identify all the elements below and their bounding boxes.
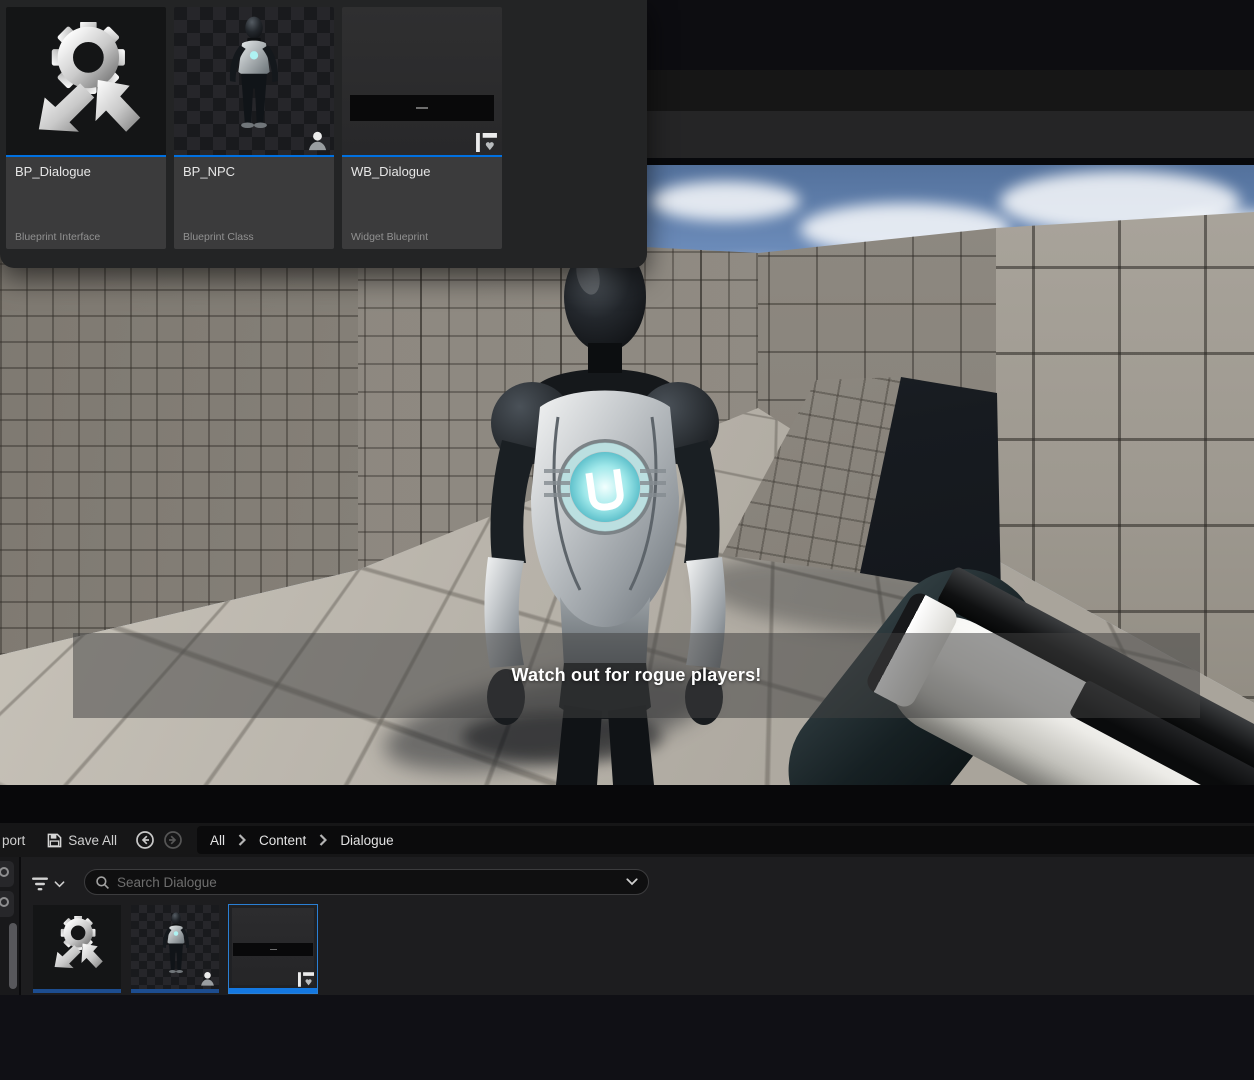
panel-divider [0, 785, 1254, 823]
empty-dock-area [0, 995, 1254, 1080]
blueprint-interface-icon [49, 916, 105, 972]
blueprint-interface-icon [27, 22, 145, 140]
partial-icon [0, 867, 9, 877]
side-strip-button[interactable] [0, 861, 14, 887]
content-browser-side-strip [0, 857, 21, 995]
tile-accent-line [131, 989, 219, 993]
asset-card-bp-dialogue[interactable]: BP_Dialogue Blueprint Interface [6, 7, 166, 249]
chevron-down-icon [54, 881, 65, 888]
npc-figure-icon [217, 13, 291, 151]
asset-type: Blueprint Interface [15, 231, 157, 243]
vertical-scrollbar-thumb[interactable] [9, 923, 17, 989]
save-all-button[interactable]: Save All [47, 833, 117, 848]
bp-npc-thumbnail [174, 7, 334, 155]
asset-card-wb-dialogue[interactable]: WB_Dialogue Widget Blueprint [342, 7, 502, 249]
hud-message-bar: Watch out for rogue players! [73, 633, 1200, 718]
tile-wb-dialogue[interactable] [229, 905, 317, 993]
asset-type: Blueprint Class [183, 231, 325, 243]
npc-figure-icon [156, 910, 196, 986]
save-icon [47, 833, 62, 848]
breadcrumb: All Content Dialogue [197, 826, 1254, 854]
search-box[interactable] [84, 869, 649, 895]
content-browser-toolbar: port Save All All Content Dialogue [0, 823, 1254, 857]
wb-dialogue-thumbnail [342, 7, 502, 155]
person-icon [199, 970, 216, 987]
asset-type: Widget Blueprint [351, 231, 493, 243]
asset-tile-grid [33, 905, 317, 993]
widget-preview-bar [350, 95, 494, 121]
person-icon [306, 129, 329, 152]
tile-bp-npc[interactable] [131, 905, 219, 993]
content-browser-panel [0, 857, 1254, 995]
asset-name: WB_Dialogue [351, 164, 493, 179]
asset-card-label: BP_NPC Blueprint Class [174, 157, 334, 249]
cloud [650, 181, 800, 221]
tile-accent-line [33, 989, 121, 993]
tile-bp-dialogue[interactable] [33, 905, 121, 993]
breadcrumb-separator-icon [319, 834, 327, 846]
partial-icon [0, 897, 9, 907]
import-button-partial[interactable]: port [2, 833, 25, 848]
hud-message-text: Watch out for rogue players! [512, 665, 762, 686]
back-arrow-icon [135, 830, 155, 850]
navigate-back-button[interactable] [134, 830, 155, 851]
asset-card-bp-npc[interactable]: BP_NPC Blueprint Class [174, 7, 334, 249]
breadcrumb-item-all[interactable]: All [210, 833, 225, 848]
search-options-chevron-icon[interactable] [626, 878, 638, 886]
tile-accent-line [229, 988, 317, 993]
asset-tooltip-panel: BP_Dialogue Blueprint Interface BP_NPC B… [0, 0, 647, 268]
breadcrumb-separator-icon [238, 834, 246, 846]
unreal-editor-window: Watch out for rogue players! BP_Dialogue… [0, 0, 1254, 1080]
breadcrumb-item-dialogue[interactable]: Dialogue [340, 833, 393, 848]
asset-name: BP_NPC [183, 164, 325, 179]
save-all-label: Save All [68, 833, 117, 848]
widget-preview-bar [233, 943, 313, 956]
breadcrumb-item-content[interactable]: Content [259, 833, 306, 848]
side-strip-button[interactable] [0, 891, 14, 917]
asset-card-label: WB_Dialogue Widget Blueprint [342, 157, 502, 249]
search-icon [95, 875, 110, 890]
filters-button[interactable] [31, 872, 77, 896]
filter-icon [31, 876, 49, 892]
navigate-forward-button[interactable] [162, 830, 183, 851]
bp-dialogue-thumbnail [6, 7, 166, 155]
widget-icon [476, 133, 497, 152]
asset-name: BP_Dialogue [15, 164, 157, 179]
asset-card-label: BP_Dialogue Blueprint Interface [6, 157, 166, 249]
widget-icon [298, 972, 314, 987]
forward-arrow-icon [163, 830, 183, 850]
search-input[interactable] [117, 875, 619, 890]
